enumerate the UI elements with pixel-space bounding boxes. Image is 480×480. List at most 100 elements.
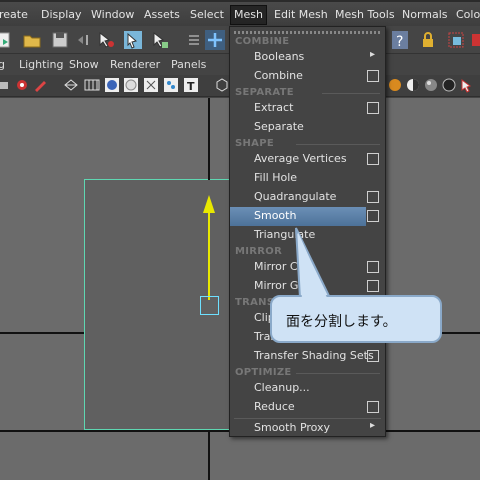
lock-icon[interactable] xyxy=(418,30,438,50)
isolate-cube-icon[interactable] xyxy=(214,77,230,93)
menu-item-smooth[interactable]: Smooth xyxy=(230,207,366,226)
menu-item-label: Mirror Geo xyxy=(254,279,312,292)
option-box-icon[interactable] xyxy=(367,261,379,273)
option-box-icon[interactable] xyxy=(367,350,379,362)
menu-create[interactable]: reate xyxy=(0,6,28,26)
menu-item-mirror-geometry[interactable]: Mirror Geo xyxy=(230,277,385,296)
section-separate: SEPARATE xyxy=(235,87,294,98)
menu-item-fill-hole[interactable]: Fill Hole xyxy=(230,169,385,188)
toolbar-overflow-icon[interactable] xyxy=(470,30,480,50)
option-box-icon[interactable] xyxy=(367,191,379,203)
anti-alias-icon[interactable] xyxy=(459,77,475,93)
menu-item-label: Average Vertices xyxy=(254,152,347,165)
menu-edit-mesh[interactable]: Edit Mesh xyxy=(274,6,328,26)
menu-divider xyxy=(296,144,380,145)
option-box-icon[interactable] xyxy=(367,102,379,114)
menu-item-mirror-cut[interactable]: Mirror C xyxy=(230,258,385,277)
xray-sphere-icon[interactable] xyxy=(387,77,403,93)
menu-item-extract[interactable]: Extract xyxy=(230,99,385,118)
help-icon[interactable]: ? xyxy=(390,30,410,50)
menu-item-average-vertices[interactable]: Average Vertices xyxy=(230,150,385,169)
open-folder-icon[interactable] xyxy=(22,30,42,50)
bounding-box-icon[interactable] xyxy=(143,77,159,93)
menu-item-label: Smooth Proxy xyxy=(254,421,331,434)
menu-item-label: Combine xyxy=(254,69,303,82)
menu-assets[interactable]: Assets xyxy=(144,6,180,26)
svg-text:T: T xyxy=(187,80,195,93)
callout-bubble: 面を分割します。 xyxy=(270,295,442,343)
menu-normals[interactable]: Normals xyxy=(402,6,448,26)
section-shape: SHAPE xyxy=(235,138,274,149)
textures-icon[interactable]: T xyxy=(183,77,199,93)
option-box-icon[interactable] xyxy=(367,280,379,292)
menu-item-booleans[interactable]: Booleans ▸ xyxy=(230,48,385,67)
menu-item-triangulate[interactable]: Triangulate xyxy=(230,226,385,245)
panel-menu-lighting[interactable]: Lighting xyxy=(19,58,63,71)
lights-icon[interactable] xyxy=(163,77,179,93)
option-box-icon[interactable] xyxy=(367,210,379,222)
move-manipulator-y-axis[interactable] xyxy=(208,210,210,300)
save-icon[interactable] xyxy=(50,30,70,50)
menu-item-label: Transfer Shading Sets xyxy=(254,349,374,362)
select-object-icon[interactable] xyxy=(123,30,143,50)
menu-item-label: Mirror C xyxy=(254,260,298,273)
smooth-shade-icon[interactable] xyxy=(104,77,120,93)
menu-item-label: Reduce xyxy=(254,400,295,413)
menu-item-reduce[interactable]: Reduce xyxy=(230,398,385,417)
move-tool-icon[interactable] xyxy=(205,30,225,50)
menu-item-label: Separate xyxy=(254,120,304,133)
select-component-icon[interactable] xyxy=(150,30,170,50)
menu-item-smooth-option[interactable] xyxy=(366,207,385,226)
menu-select[interactable]: Select xyxy=(190,6,224,26)
grid-line xyxy=(208,98,210,180)
menu-item-label: Smooth xyxy=(254,209,297,222)
half-sphere-icon[interactable] xyxy=(405,77,421,93)
menu-item-label: Cleanup... xyxy=(254,381,310,394)
option-box-icon[interactable] xyxy=(367,401,379,413)
menu-item-combine[interactable]: Combine xyxy=(230,67,385,86)
section-combine: COMBINE xyxy=(235,36,290,47)
submenu-arrow-icon: ▸ xyxy=(370,49,376,60)
menu-item-transfer-shading-sets[interactable]: Transfer Shading Sets xyxy=(230,347,385,366)
menu-item-smooth-proxy[interactable]: Smooth Proxy ▸ xyxy=(230,419,385,438)
ambient-occlusion-icon[interactable] xyxy=(423,77,439,93)
wireframe-icon[interactable] xyxy=(63,77,79,93)
move-manipulator-center[interactable] xyxy=(200,296,219,315)
callout-text: 面を分割します。 xyxy=(286,314,397,330)
grid-icon[interactable] xyxy=(84,77,100,93)
menu-window[interactable]: Window xyxy=(91,6,134,26)
panel-menu-shading[interactable]: g xyxy=(0,58,5,71)
menu-item-label: Extract xyxy=(254,101,294,114)
section-mirror: MIRROR xyxy=(235,246,283,257)
menu-color[interactable]: Colo xyxy=(456,6,480,26)
snap-toggle-icon[interactable] xyxy=(184,30,204,50)
shadow-icon[interactable] xyxy=(441,77,457,93)
menu-item-quadrangulate[interactable]: Quadrangulate xyxy=(230,188,385,207)
submenu-arrow-icon: ▸ xyxy=(370,420,376,431)
panel-menu-show[interactable]: Show xyxy=(69,58,99,71)
select-hierarchy-icon[interactable] xyxy=(96,30,116,50)
arrow-up-icon[interactable] xyxy=(203,195,215,213)
menu-item-label: Triangulate xyxy=(254,228,316,241)
option-box-icon[interactable] xyxy=(367,153,379,165)
panel-menu-renderer[interactable]: Renderer xyxy=(110,58,160,71)
menu-item-separate[interactable]: Separate xyxy=(230,118,385,137)
render-region-icon[interactable] xyxy=(446,30,466,50)
bookmark-icon[interactable] xyxy=(32,77,48,93)
camera-icon[interactable] xyxy=(0,77,12,93)
new-scene-icon[interactable] xyxy=(0,30,14,50)
menu-mesh-tools[interactable]: Mesh Tools xyxy=(335,6,395,26)
panel-menu-panels[interactable]: Panels xyxy=(171,58,206,71)
menu-mesh[interactable]: Mesh xyxy=(230,5,267,25)
menu-tearoff-handle[interactable] xyxy=(234,31,381,34)
main-menu-bar: reate Display Window Assets Select Mesh … xyxy=(0,0,480,26)
menu-divider xyxy=(322,93,380,94)
menu-divider xyxy=(296,373,380,374)
flat-shade-icon[interactable] xyxy=(123,77,139,93)
menu-display[interactable]: Display xyxy=(41,6,82,26)
undo-icon[interactable] xyxy=(72,30,92,50)
option-box-icon[interactable] xyxy=(367,70,379,82)
menu-item-label: Fill Hole xyxy=(254,171,298,184)
menu-item-cleanup[interactable]: Cleanup... xyxy=(230,379,385,398)
camera-attributes-icon[interactable] xyxy=(14,77,30,93)
